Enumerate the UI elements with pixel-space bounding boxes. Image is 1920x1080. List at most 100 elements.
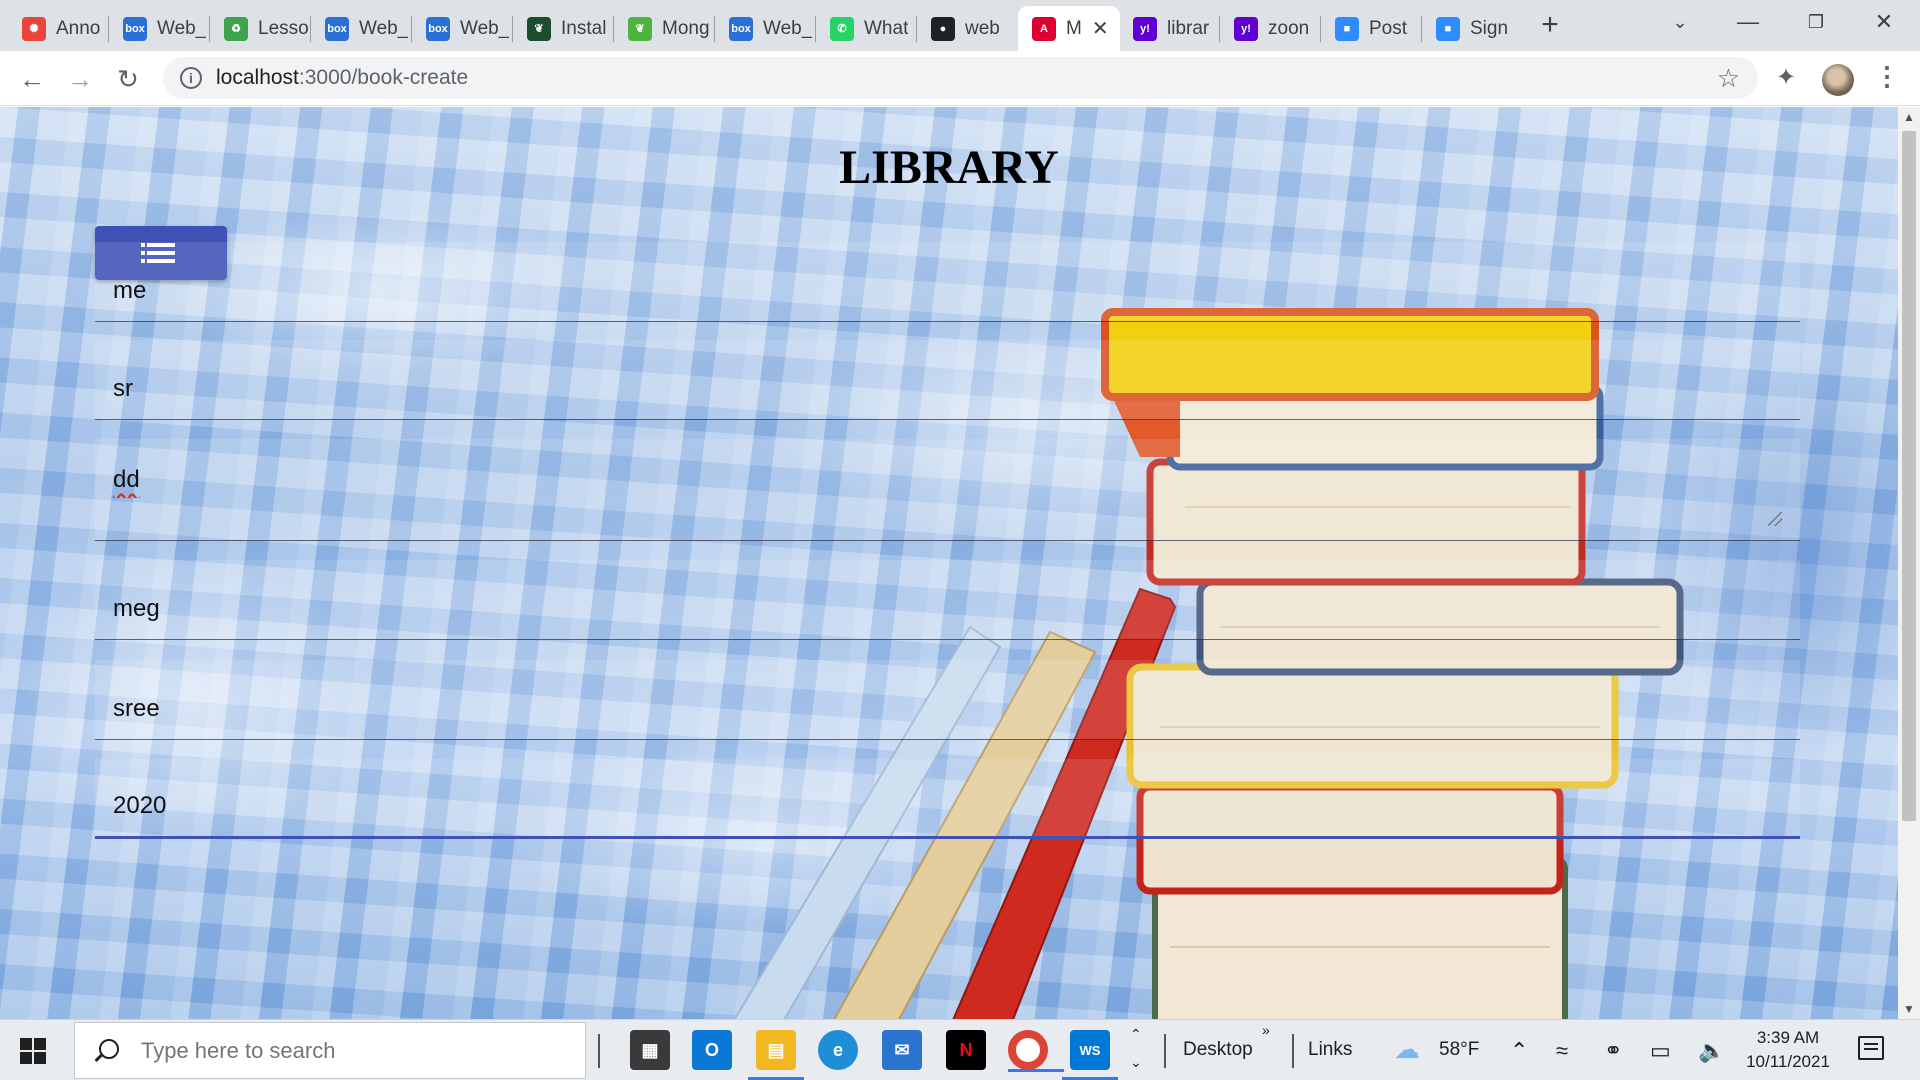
taskbar-separator [598, 1034, 600, 1068]
chrome-menu-icon[interactable]: ⋮ [1874, 61, 1900, 92]
mail-icon[interactable]: ✉ [882, 1030, 922, 1070]
file-explorer-icon[interactable]: ▤ [748, 1030, 804, 1080]
book-field-5 [95, 660, 1800, 740]
browser-tab[interactable]: ❦ Mong [614, 6, 714, 51]
links-toolbar-label[interactable]: Links [1308, 1039, 1352, 1061]
taskbar-separator [1164, 1034, 1166, 1068]
tab-title: Web_ [460, 17, 510, 39]
extensions-puzzle-icon[interactable]: ✦ [1776, 63, 1796, 92]
clock-time: 3:39 AM [1756, 1028, 1820, 1047]
page-title: LIBRARY [839, 141, 1059, 194]
outlook-icon[interactable]: O [692, 1030, 732, 1070]
taskbar-search-box[interactable] [74, 1022, 586, 1079]
browser-tab[interactable]: box Web_ [715, 6, 815, 51]
browser-tab[interactable]: A M ✕ [1018, 6, 1120, 51]
netflix-icon[interactable]: N [946, 1030, 986, 1070]
browser-tab[interactable]: box Web_ [412, 6, 512, 51]
reload-icon[interactable]: ↻ [110, 61, 146, 97]
browser-tab[interactable]: ■ Post [1321, 6, 1421, 51]
book-input-2[interactable] [113, 375, 1763, 403]
overflow-down-icon[interactable]: ⌄ [1130, 1054, 1142, 1071]
restore-icon[interactable]: ❐ [1788, 0, 1844, 44]
tab-title: zoon [1268, 17, 1310, 39]
forward-icon[interactable]: → [62, 61, 98, 97]
chrome-icon[interactable] [1008, 1030, 1064, 1072]
scroll-down-icon[interactable]: ▼ [1898, 999, 1920, 1019]
tab-title: web [965, 17, 1000, 39]
back-icon[interactable]: ← [14, 61, 50, 97]
store-icon[interactable]: ▦ [630, 1030, 670, 1070]
taskbar-search-input[interactable] [141, 1037, 561, 1064]
scroll-thumb[interactable] [1902, 131, 1916, 821]
browser-tab[interactable]: box Web_ [311, 6, 411, 51]
tab-title: M [1066, 17, 1082, 39]
book-field-6 [95, 759, 1800, 839]
search-icon [93, 1037, 121, 1065]
book-input-4[interactable] [113, 595, 1763, 623]
weather-temperature[interactable]: 58°F [1439, 1039, 1479, 1061]
overflow-up-icon[interactable]: ⌃ [1130, 1026, 1142, 1043]
battery-icon[interactable]: ▭ [1650, 1038, 1671, 1064]
tab-title: Lesso [258, 17, 309, 39]
minimize-icon[interactable]: — [1720, 0, 1776, 44]
browser-tab[interactable]: ✆ What [816, 6, 916, 51]
book-textarea-3[interactable]: dd [113, 466, 1763, 498]
tab-title: Web_ [157, 17, 207, 39]
tab-search-icon[interactable]: ⌄ [1652, 0, 1708, 44]
browser-tab[interactable]: y! librar [1119, 6, 1219, 51]
webstorm-icon[interactable]: WS [1062, 1030, 1118, 1080]
box-icon: box [729, 16, 753, 41]
address-bar[interactable]: i localhost:3000/book-create ☆ [163, 57, 1758, 99]
browser-tab[interactable]: box Web_ [109, 6, 209, 51]
window-close-icon[interactable]: ✕ [1856, 0, 1912, 44]
desktop-toolbar-label[interactable]: Desktop [1183, 1039, 1253, 1061]
box-icon: box [123, 16, 147, 41]
url-text[interactable]: localhost:3000/book-create [216, 66, 468, 90]
book-field-2 [95, 340, 1800, 420]
toolbar-chevron-icon[interactable]: » [1262, 1022, 1270, 1038]
zoom-icon: ■ [1436, 16, 1460, 41]
profile-avatar[interactable] [1822, 64, 1854, 96]
volume-icon[interactable]: 🔈 [1698, 1038, 1725, 1064]
tab-title: Instal [561, 17, 607, 39]
url-host: localhost [216, 66, 299, 89]
anno-icon: ✺ [22, 16, 46, 41]
edge-icon[interactable]: e [818, 1030, 858, 1070]
browser-tab[interactable]: ♻ Lesso [210, 6, 310, 51]
book-input-1[interactable] [113, 277, 1763, 305]
zoom-icon: ■ [1335, 16, 1359, 41]
book-field-1 [95, 242, 1800, 322]
wifi-icon[interactable]: ≈ [1556, 1038, 1568, 1064]
book-input-5[interactable] [113, 695, 1763, 723]
tab-close-icon[interactable]: ✕ [1092, 16, 1109, 41]
browser-tab[interactable]: ■ Sign [1422, 6, 1522, 51]
site-info-icon[interactable]: i [180, 67, 202, 89]
network-globe-icon[interactable]: ⚭ [1604, 1038, 1622, 1064]
resize-handle-icon[interactable] [1768, 512, 1782, 526]
windows-start-icon[interactable] [20, 1038, 46, 1064]
tab-title: What [864, 17, 909, 39]
browser-tab[interactable]: ✺ Anno [8, 6, 108, 51]
new-tab-button[interactable]: + [1534, 9, 1566, 41]
tab-title: Sign [1470, 17, 1509, 39]
book-input-6[interactable] [113, 792, 1763, 820]
browser-tab[interactable]: y! zoon [1220, 6, 1320, 51]
yahoo-icon: y! [1234, 16, 1258, 41]
browser-tab[interactable]: ❦ Instal [513, 6, 613, 51]
page-scrollbar[interactable]: ▲ ▼ [1898, 107, 1920, 1019]
yahoo-icon: y! [1133, 16, 1157, 41]
browser-tab[interactable]: ● web [917, 6, 1017, 51]
bookmark-star-icon[interactable]: ☆ [1717, 63, 1740, 94]
notifications-icon[interactable] [1858, 1036, 1884, 1060]
tab-title: librar [1167, 17, 1210, 39]
weather-cloud-icon[interactable]: ☁ [1394, 1034, 1420, 1065]
clock-date: 10/11/2021 [1746, 1052, 1830, 1071]
hidden-icons-chevron-icon[interactable]: ⌃ [1510, 1038, 1528, 1064]
scroll-up-icon[interactable]: ▲ [1898, 107, 1920, 127]
browser-toolbar: ← → ↻ i localhost:3000/book-create ☆ ✦ ⋮ [0, 51, 1920, 106]
taskbar-clock[interactable]: 3:39 AM 10/11/2021 [1726, 1026, 1850, 1074]
book-field-3: dd [95, 439, 1800, 541]
windows-taskbar: ▦ O ▤ e ✉ N WS ⌃ ⌄ Desktop » Links ☁ 58°… [0, 1019, 1920, 1080]
box-icon: box [426, 16, 450, 41]
page-viewport: LIBRARY dd [0, 107, 1898, 1019]
